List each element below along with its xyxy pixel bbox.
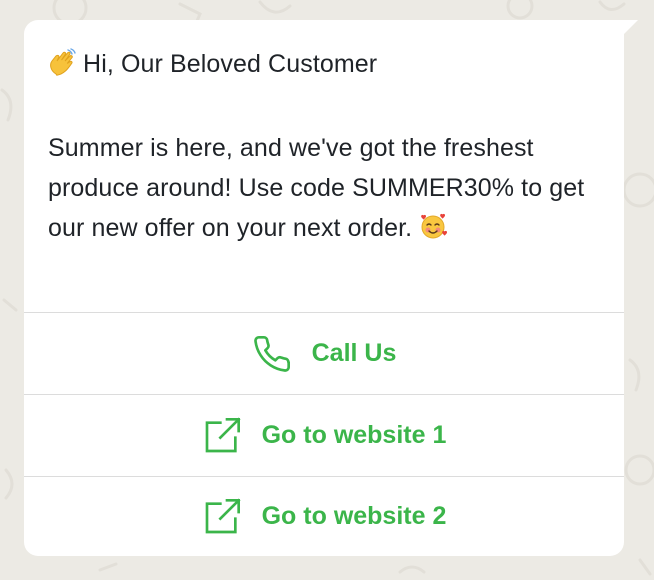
bubble-tail bbox=[624, 20, 638, 34]
greeting-line: Hi, Our Beloved Customer bbox=[48, 44, 600, 88]
call-us-label: Call Us bbox=[311, 339, 397, 367]
smiling-face-with-hearts-emoji bbox=[419, 212, 448, 252]
go-to-website-2-label: Go to website 2 bbox=[261, 502, 447, 530]
call-us-button[interactable]: Call Us bbox=[24, 312, 624, 394]
waving-hand-emoji bbox=[48, 48, 76, 88]
external-link-icon bbox=[202, 416, 242, 456]
phone-icon bbox=[252, 334, 292, 374]
message-body: Summer is here, and we've got the freshe… bbox=[48, 134, 585, 242]
external-link-icon bbox=[202, 497, 242, 537]
quick-actions: Call Us Go to website 1 Go to website 2 bbox=[24, 312, 624, 556]
go-to-website-1-label: Go to website 1 bbox=[261, 421, 447, 449]
go-to-website-2-button[interactable]: Go to website 2 bbox=[24, 476, 624, 556]
message-bubble: Hi, Our Beloved Customer Summer is here,… bbox=[24, 20, 638, 556]
message-content: Hi, Our Beloved Customer Summer is here,… bbox=[24, 20, 624, 312]
greeting-text: Hi, Our Beloved Customer bbox=[83, 50, 378, 78]
go-to-website-1-button[interactable]: Go to website 1 bbox=[24, 394, 624, 476]
